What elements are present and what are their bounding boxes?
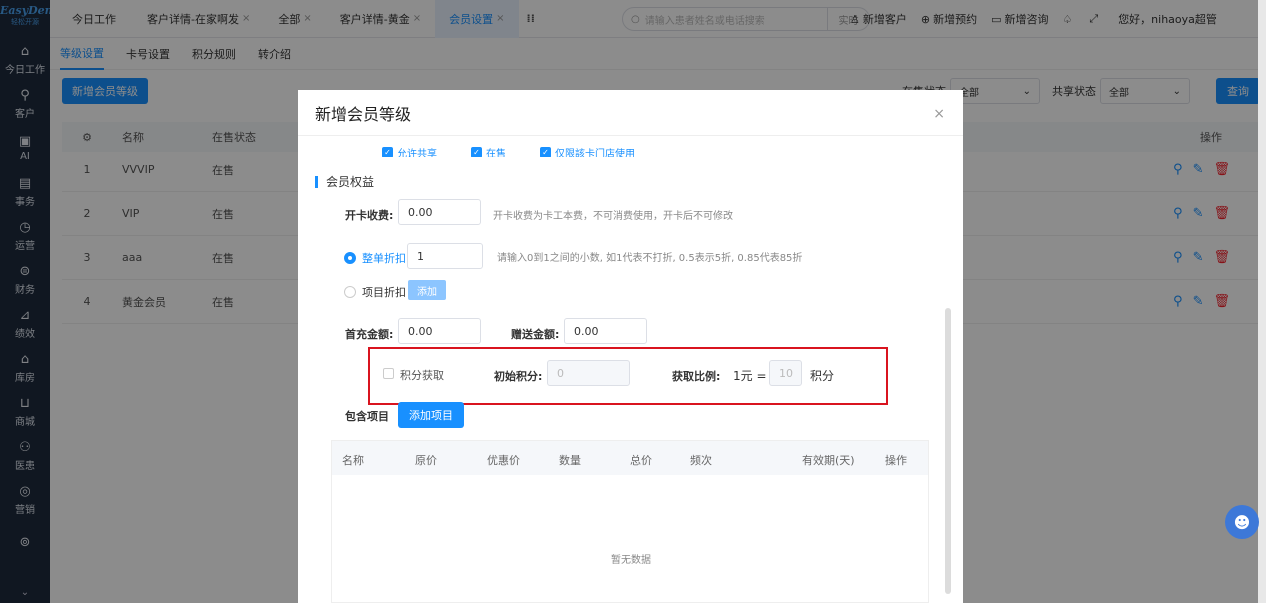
checkbox-label: 仅限該卡门店使用 [555, 148, 635, 158]
section-title-text: 会员权益 [326, 175, 375, 189]
item-discount-label: 项目折扣 [362, 286, 406, 299]
items-column-6: 有效期(天) [802, 454, 855, 467]
checkbox-2[interactable]: ✓ 仅限該卡门店使用 [540, 147, 635, 157]
ratio-suffix: 积分 [810, 369, 835, 383]
add-item-discount-button[interactable]: 添加 [408, 280, 446, 300]
points-check-label: 积分获取 [400, 369, 444, 382]
close-icon[interactable]: × [933, 106, 945, 122]
checkbox-label: 在售 [486, 148, 506, 158]
items-column-0: 名称 [342, 454, 364, 467]
item-discount-radio[interactable]: 项目折扣 [344, 284, 406, 300]
section-title: 会员权益 [315, 173, 374, 190]
check-icon: ✓ [540, 147, 551, 157]
modal-header: 新增会员等级 × [298, 90, 963, 136]
page-scrollbar[interactable] [1258, 0, 1266, 603]
ratio-input[interactable]: 10 [769, 360, 802, 386]
support-avatar-icon[interactable]: ☻ [1225, 505, 1259, 539]
items-table-header: 名称 原价 优惠价 数量 总价 频次 有效期(天) 操作 [332, 441, 928, 475]
init-points-input[interactable]: 0 [547, 360, 630, 386]
add-member-level-modal: 新增会员等级 × ✓ 允许共享 ✓ 在售 ✓ 仅限該卡门店使用 会员权益 开卡收费: 0.… [298, 90, 963, 603]
items-column-7: 操作 [885, 454, 907, 467]
whole-discount-label: 整单折扣 [362, 252, 406, 265]
first-charge-label: 首充金额: [345, 328, 394, 341]
whole-discount-radio[interactable]: 整单折扣 [344, 250, 406, 266]
items-column-5: 频次 [690, 454, 712, 467]
gift-label: 赠送金额: [511, 328, 560, 341]
discount-input[interactable]: 1 [407, 243, 483, 269]
check-icon: ✓ [471, 147, 482, 157]
open-fee-label: 开卡收费: [345, 209, 394, 222]
add-item-button[interactable]: 添加项目 [398, 402, 464, 428]
modal-scrollbar[interactable] [945, 308, 951, 594]
items-table: 名称 原价 优惠价 数量 总价 频次 有效期(天) 操作 暂无数据 [331, 440, 929, 603]
checkbox-label: 允许共享 [397, 148, 437, 158]
modal-title: 新增会员等级 [315, 104, 412, 124]
empty-text: 暂无数据 [611, 555, 651, 566]
ratio-label: 获取比例: [672, 370, 721, 383]
init-points-label: 初始积分: [494, 370, 543, 383]
points-checkbox[interactable] [383, 368, 394, 379]
items-column-2: 优惠价 [487, 454, 520, 467]
items-column-1: 原价 [415, 454, 437, 467]
items-column-4: 总价 [630, 454, 652, 467]
discount-hint: 请输入0到1之间的小数, 如1代表不打折, 0.5表示5折, 0.85代表85折 [497, 253, 803, 264]
ratio-prefix: 1元 = [733, 369, 767, 383]
check-icon: ✓ [382, 147, 393, 157]
first-charge-input[interactable]: 0.00 [398, 318, 481, 344]
gift-input[interactable]: 0.00 [564, 318, 647, 344]
open-fee-hint: 开卡收费为卡工本费，不可消费使用，开卡后不可修改 [493, 211, 733, 222]
checkbox-0[interactable]: ✓ 允许共享 [382, 147, 437, 157]
items-column-3: 数量 [559, 454, 581, 467]
checkbox-1[interactable]: ✓ 在售 [471, 147, 506, 157]
open-fee-input[interactable]: 0.00 [398, 199, 481, 225]
include-items-label: 包含项目 [345, 410, 389, 423]
partial-checkbox-row: ✓ 允许共享 ✓ 在售 ✓ 仅限該卡门店使用 [382, 147, 669, 157]
